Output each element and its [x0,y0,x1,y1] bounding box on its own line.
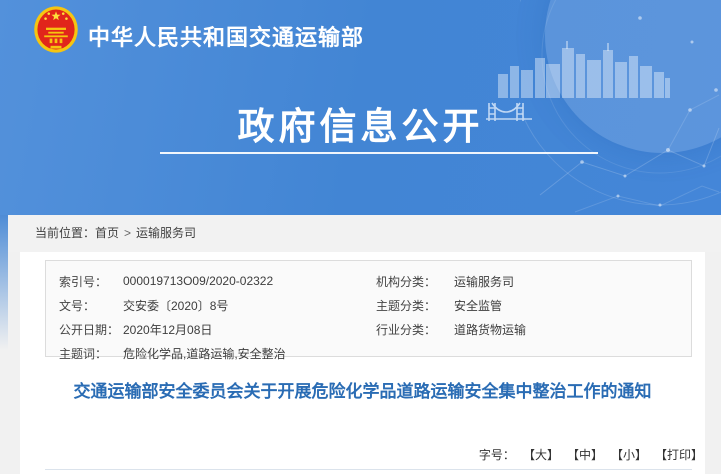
meta-value-agency: 运输服务司 [454,273,691,290]
site-header: 中华人民共和国交通运输部 政府信息公开 [0,0,721,215]
meta-value-publish-date: 2020年12月08日 [123,321,376,338]
breadcrumb-home-link[interactable]: 首页 [95,226,119,240]
font-size-medium-button[interactable]: 【中】 [567,446,603,463]
meta-value-industry-category: 道路货物运输 [454,321,691,338]
table-row: 主题分类： 安全监管 [376,293,691,317]
meta-label: 行业分类： [376,321,454,338]
font-size-large-button[interactable]: 【大】 [523,446,559,463]
breadcrumb-separator: > [124,226,131,240]
meta-value-keywords: 危险化学品,道路运输,安全整治 [123,345,376,362]
title-divider [45,469,692,470]
table-row: 索引号： 000019713O09/2020-02322 [59,269,376,293]
meta-column-left: 索引号： 000019713O09/2020-02322 文号： 交安委〔202… [59,269,376,356]
print-button[interactable]: 【打印】 [655,446,703,463]
meta-label: 主题词： [59,345,123,362]
breadcrumb-label: 当前位置： [35,226,95,240]
banner-title: 政府信息公开 [0,96,721,150]
font-size-small-button[interactable]: 【小】 [611,446,647,463]
meta-label: 索引号： [59,273,123,290]
table-row: 机构分类： 运输服务司 [376,269,691,293]
meta-label: 机构分类： [376,273,454,290]
meta-value-doc-number: 交安委〔2020〕8号 [123,297,376,314]
meta-label: 公开日期： [59,321,123,338]
meta-label: 文号： [59,297,123,314]
table-row: 文号： 交安委〔2020〕8号 [59,293,376,317]
table-row: 主题词： 危险化学品,道路运输,安全整治 [59,341,376,365]
document-meta-table: 索引号： 000019713O09/2020-02322 文号： 交安委〔202… [45,260,692,357]
meta-label: 主题分类： [376,297,454,314]
left-edge-gradient [0,215,8,350]
meta-value-topic-category: 安全监管 [454,297,691,314]
table-row: 公开日期： 2020年12月08日 [59,317,376,341]
site-title: 中华人民共和国交通运输部 [88,20,364,52]
document-title: 交通运输部安全委员会关于开展危险化学品道路运输安全集中整治工作的通知 [74,380,652,404]
page: 中华人民共和国交通运输部 政府信息公开 当前位置：首页 > 运输服务司 索引号： 0… [0,0,721,474]
meta-value-index-number: 000019713O09/2020-02322 [123,274,376,288]
content-card: 索引号： 000019713O09/2020-02322 文号： 交安委〔202… [20,252,705,474]
font-size-controls: 字号： 【大】 【中】 【小】 【打印】 [479,446,703,463]
table-row: 行业分类： 道路货物运输 [376,317,691,341]
meta-column-right: 机构分类： 运输服务司 主题分类： 安全监管 行业分类： 道路货物运输 [376,269,691,356]
breadcrumb: 当前位置：首页 > 运输服务司 [0,215,721,252]
font-size-label: 字号： [479,446,515,463]
banner-underline [160,152,598,154]
breadcrumb-current-link[interactable]: 运输服务司 [136,226,196,240]
national-emblem-icon [33,5,79,54]
city-skyline-icon [498,40,670,98]
